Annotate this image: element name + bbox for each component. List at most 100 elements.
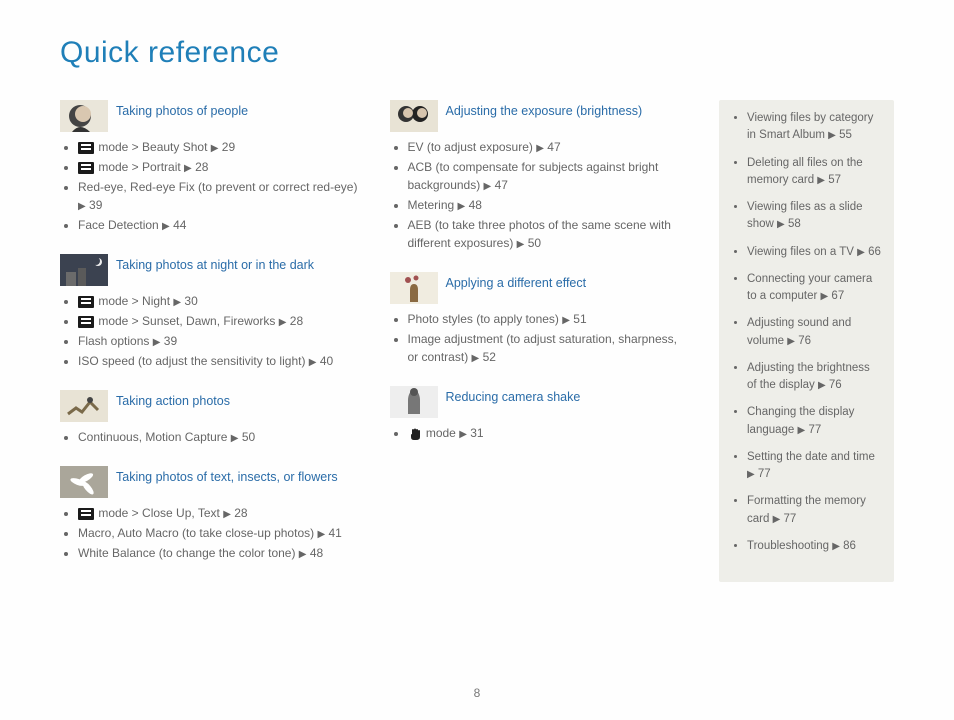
item-text: ISO speed (to adjust the sensitivity to …	[78, 354, 309, 368]
sidebar-list: Viewing files by category in Smart Album…	[731, 110, 882, 555]
sidebar-item[interactable]: Connecting your camera to a computer ▶ 6…	[747, 271, 882, 306]
page-ref: 86	[843, 540, 856, 552]
arrow-icon: ▶	[459, 429, 467, 440]
sidebar-item[interactable]: Setting the date and time ▶ 77	[747, 449, 882, 484]
item-text: Metering	[408, 198, 458, 212]
sidebar-item[interactable]: Viewing files by category in Smart Album…	[747, 110, 882, 145]
topic: Taking action photos Continuous, Motion C…	[60, 390, 360, 446]
page-ref: 48	[310, 546, 323, 560]
item-text: Connecting your camera to a computer	[747, 273, 872, 302]
topic-title[interactable]: Taking photos of text, insects, or flowe…	[116, 466, 338, 487]
topic-item[interactable]: EV (to adjust exposure) ▶ 47	[408, 138, 690, 156]
topic-item[interactable]: mode > Close Up, Text ▶ 28	[78, 504, 360, 522]
page-ref: 67	[831, 290, 844, 302]
page-title: Quick reference	[60, 30, 894, 75]
topic-item[interactable]: Red-eye, Red-eye Fix (to prevent or corr…	[78, 178, 360, 214]
page-ref: 76	[829, 379, 842, 391]
sidebar-item[interactable]: Formatting the memory card ▶ 77	[747, 493, 882, 528]
sidebar-item[interactable]: Adjusting the brightness of the display …	[747, 360, 882, 395]
sidebar-item[interactable]: Deleting all files on the memory card ▶ …	[747, 155, 882, 190]
topic-title[interactable]: Taking photos at night or in the dark	[116, 254, 314, 275]
page-ref: 51	[573, 312, 586, 326]
page-ref: 28	[290, 314, 303, 328]
arrow-icon: ▶	[309, 357, 317, 368]
page-number: 8	[0, 684, 954, 702]
topic-item[interactable]: Flash options ▶ 39	[78, 332, 360, 350]
item-text: Viewing files as a slide show	[747, 201, 863, 230]
arrow-icon: ▶	[773, 514, 781, 525]
topic: Adjusting the exposure (brightness) EV (t…	[390, 100, 690, 252]
topic-item[interactable]: Metering ▶ 48	[408, 196, 690, 214]
sidebar-item[interactable]: Troubleshooting ▶ 86	[747, 538, 882, 555]
sidebar-item[interactable]: Viewing files on a TV ▶ 66	[747, 244, 882, 261]
topic: Taking photos of text, insects, or flowe…	[60, 466, 360, 562]
topic-item[interactable]: Image adjustment (to adjust saturation, …	[408, 330, 690, 366]
topic-item-list: mode > Beauty Shot ▶ 29 mode > Portrait …	[60, 138, 360, 234]
topic-item[interactable]: ISO speed (to adjust the sensitivity to …	[78, 352, 360, 370]
topic-title[interactable]: Taking action photos	[116, 390, 230, 411]
item-text: Face Detection	[78, 218, 162, 232]
topic-title[interactable]: Applying a different effect	[446, 272, 587, 293]
content-columns: Taking photos of people mode > Beauty Sh…	[60, 100, 894, 582]
arrow-icon: ▶	[857, 247, 865, 258]
topic-item[interactable]: mode > Night ▶ 30	[78, 292, 360, 310]
topic-thumb	[60, 466, 108, 498]
column-2: Adjusting the exposure (brightness) EV (t…	[390, 100, 690, 582]
arrow-icon: ▶	[517, 239, 525, 250]
arrow-icon: ▶	[317, 529, 325, 540]
page-ref: 29	[222, 140, 235, 154]
page-ref: 40	[320, 354, 333, 368]
item-text: Red-eye, Red-eye Fix (to prevent or corr…	[78, 180, 357, 194]
arrow-icon: ▶	[472, 353, 480, 364]
topic-thumb	[390, 100, 438, 132]
topic-item[interactable]: White Balance (to change the color tone)…	[78, 544, 360, 562]
topic-title[interactable]: Taking photos of people	[116, 100, 248, 121]
topic-item[interactable]: AEB (to take three photos of the same sc…	[408, 216, 690, 252]
item-text: mode	[423, 426, 460, 440]
sidebar-item[interactable]: Changing the display language ▶ 77	[747, 404, 882, 439]
page-ref: 31	[470, 426, 483, 440]
arrow-icon: ▶	[818, 380, 826, 391]
topic-item[interactable]: mode ▶ 31	[408, 424, 690, 442]
item-text: ACB (to compensate for subjects against …	[408, 160, 659, 192]
topic-item[interactable]: mode > Beauty Shot ▶ 29	[78, 138, 360, 156]
arrow-icon: ▶	[211, 143, 219, 154]
item-text: Setting the date and time	[747, 451, 875, 463]
topic-item[interactable]: mode > Sunset, Dawn, Fireworks ▶ 28	[78, 312, 360, 330]
sidebar-item[interactable]: Adjusting sound and volume ▶ 76	[747, 315, 882, 350]
topic-item[interactable]: ACB (to compensate for subjects against …	[408, 158, 690, 194]
topic-item-list: Photo styles (to apply tones) ▶ 51 Image …	[390, 310, 690, 366]
page-ref: 77	[758, 468, 771, 480]
page-ref: 52	[483, 350, 496, 364]
topic-item[interactable]: Continuous, Motion Capture ▶ 50	[78, 428, 360, 446]
topic-thumb	[390, 386, 438, 418]
topic-item[interactable]: Face Detection ▶ 44	[78, 216, 360, 234]
item-text: Formatting the memory card	[747, 495, 866, 524]
page-ref: 41	[329, 526, 342, 540]
scene-mode-icon	[78, 508, 94, 520]
page-ref: 50	[242, 430, 255, 444]
page-ref: 39	[164, 334, 177, 348]
scene-mode-icon	[78, 142, 94, 154]
arrow-icon: ▶	[162, 221, 170, 232]
page-ref: 58	[788, 218, 801, 230]
arrow-icon: ▶	[223, 509, 231, 520]
topic-thumb	[390, 272, 438, 304]
page-ref: 39	[89, 198, 102, 212]
topic-title[interactable]: Reducing camera shake	[446, 386, 581, 407]
topic-item[interactable]: Macro, Auto Macro (to take close-up phot…	[78, 524, 360, 542]
sidebar-item[interactable]: Viewing files as a slide show ▶ 58	[747, 199, 882, 234]
topic: Taking photos of people mode > Beauty Sh…	[60, 100, 360, 234]
topic-item-list: Continuous, Motion Capture ▶ 50	[60, 428, 360, 446]
topic-item[interactable]: Photo styles (to apply tones) ▶ 51	[408, 310, 690, 328]
topic-title[interactable]: Adjusting the exposure (brightness)	[446, 100, 643, 121]
topic: Reducing camera shake mode ▶ 31	[390, 386, 690, 442]
topic-item-list: mode > Night ▶ 30 mode > Sunset, Dawn, F…	[60, 292, 360, 370]
page-ref: 30	[184, 294, 197, 308]
page-ref: 28	[195, 160, 208, 174]
item-text: Flash options	[78, 334, 153, 348]
topic-item[interactable]: mode > Portrait ▶ 28	[78, 158, 360, 176]
arrow-icon: ▶	[787, 336, 795, 347]
item-text: Image adjustment (to adjust saturation, …	[408, 332, 677, 364]
page-ref: 44	[173, 218, 186, 232]
